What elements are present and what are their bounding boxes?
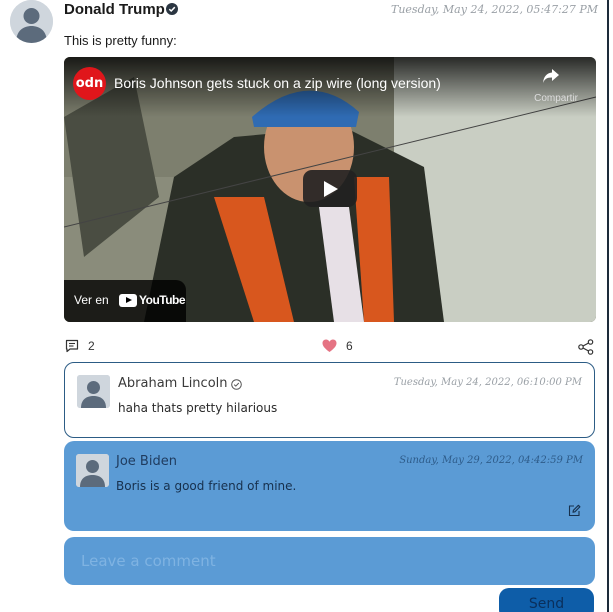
comment-count-button[interactable]: 2	[65, 339, 95, 353]
share-icon[interactable]	[578, 339, 594, 355]
video-title[interactable]: Boris Johnson gets stuck on a zip wire (…	[114, 75, 441, 91]
watch-on-label: Ver en	[74, 293, 109, 307]
like-button[interactable]: 6	[322, 339, 353, 353]
send-button[interactable]: Send	[499, 588, 594, 612]
video-play-button[interactable]	[303, 170, 357, 207]
comment-timestamp: Tuesday, May 24, 2022, 06:10:00 PM	[393, 377, 582, 388]
youtube-logo: YouTube	[119, 293, 186, 307]
video-share-icon[interactable]	[542, 68, 560, 84]
comment-author-name[interactable]: Abraham Lincoln	[118, 376, 228, 391]
comment-author-name[interactable]: Joe Biden	[116, 454, 177, 469]
verified-badge-icon	[231, 379, 242, 390]
verified-badge-icon	[166, 3, 178, 15]
post-text: This is pretty funny:	[64, 33, 177, 48]
comment-text: haha thats pretty hilarious	[118, 401, 278, 415]
comment-text: Boris is a good friend of mine.	[116, 479, 297, 493]
comment-input[interactable]	[64, 537, 595, 585]
channel-logo[interactable]: odn	[73, 67, 106, 100]
comment-card: Abraham Lincoln Tuesday, May 24, 2022, 0…	[64, 362, 595, 438]
youtube-wordmark: YouTube	[139, 293, 186, 307]
comment-icon	[65, 339, 79, 353]
post-author-avatar[interactable]	[10, 0, 53, 43]
video-share-label[interactable]: Compartir	[534, 93, 578, 104]
youtube-icon	[119, 293, 137, 307]
like-count: 6	[346, 339, 353, 353]
comment-timestamp: Sunday, May 29, 2022, 04:42:59 PM	[399, 455, 583, 466]
comment-count: 2	[88, 339, 95, 353]
comment-author-avatar[interactable]	[77, 375, 110, 408]
embedded-video[interactable]: odn Boris Johnson gets stuck on a zip wi…	[64, 57, 596, 322]
window-border	[607, 0, 609, 612]
comment-card: Joe Biden Sunday, May 29, 2022, 04:42:59…	[64, 441, 595, 531]
heart-icon	[322, 339, 337, 352]
post-timestamp: Tuesday, May 24, 2022, 05:47:27 PM	[391, 3, 598, 16]
comment-author-avatar[interactable]	[76, 454, 109, 487]
watch-on-youtube-button[interactable]: Ver en YouTube	[64, 280, 186, 322]
post-author-name[interactable]: Donald Trump	[64, 1, 165, 18]
edit-icon[interactable]	[568, 504, 581, 517]
